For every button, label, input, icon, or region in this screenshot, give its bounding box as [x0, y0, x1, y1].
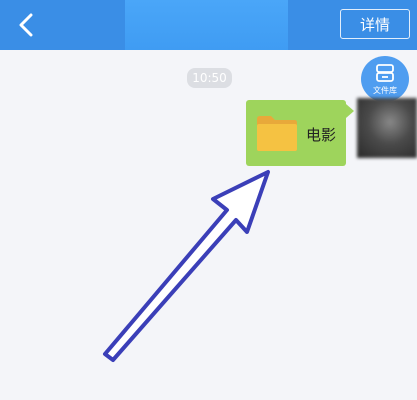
annotation-arrow	[103, 170, 270, 362]
